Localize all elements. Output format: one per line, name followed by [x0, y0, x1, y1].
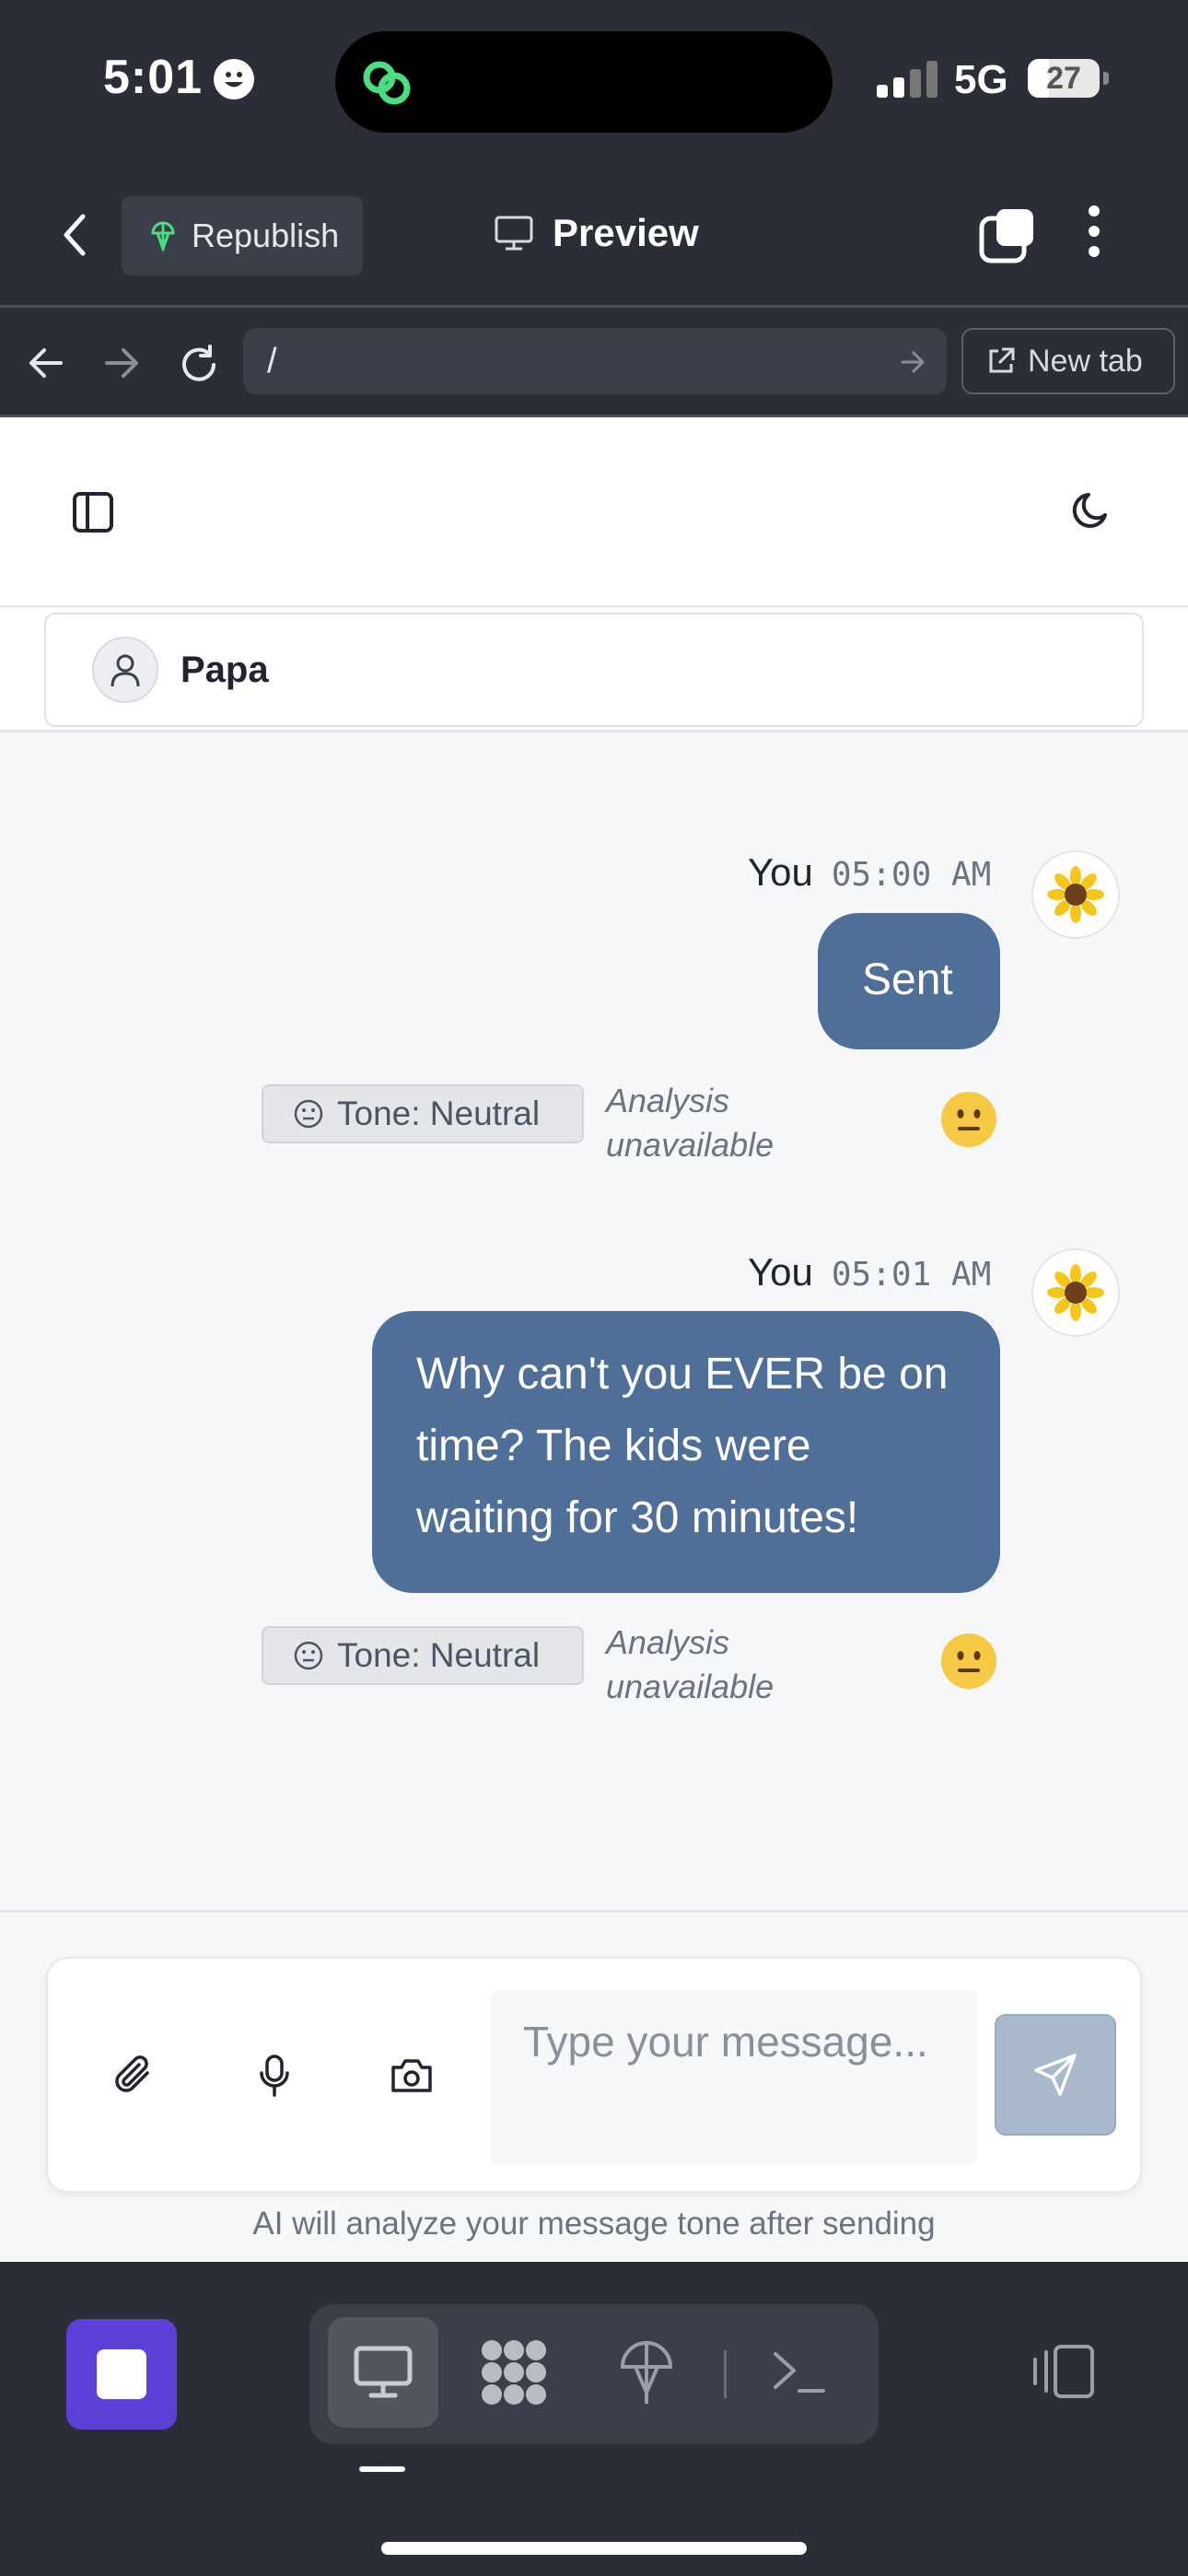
message-header: You 05:01 AM: [748, 1250, 991, 1294]
status-bar: 5:01 5G 27: [0, 0, 1188, 161]
battery-tip: [1103, 72, 1109, 85]
link-app-icon: [357, 53, 416, 112]
contact-name: Papa: [181, 649, 269, 690]
mic-icon[interactable]: [256, 2053, 293, 2099]
tabs-icon[interactable]: [978, 205, 1037, 264]
browser-toolbar: / New tab: [0, 305, 1188, 417]
tone-badge: Tone: Neutral: [262, 1626, 584, 1685]
grid-icon[interactable]: [459, 2317, 569, 2428]
analysis-status: Analysis unavailable: [606, 1082, 775, 1164]
panels-icon[interactable]: [1031, 2343, 1096, 2400]
composer: Type your message...: [46, 1957, 1142, 2193]
send-button[interactable]: [995, 2014, 1116, 2136]
republish-button[interactable]: Republish: [122, 196, 363, 275]
neutral-face-icon: [293, 1098, 324, 1130]
moon-icon[interactable]: [1068, 489, 1112, 533]
message-time: 05:00 AM: [831, 856, 992, 894]
stop-icon: [97, 2349, 146, 2399]
go-arrow-icon[interactable]: [899, 348, 926, 376]
user-icon: [92, 637, 158, 703]
sunflower-icon: [1031, 1248, 1120, 1337]
battery-icon: 27: [1028, 59, 1100, 98]
composer-area: Type your message... AI will analyze you…: [0, 1910, 1188, 2262]
tone-label: Tone: Neutral: [337, 1636, 541, 1674]
arrow-right-icon[interactable]: [101, 343, 142, 383]
neutral-face-emoji-icon: [941, 1092, 996, 1147]
page-topbar: [0, 417, 1188, 607]
new-tab-button[interactable]: New tab: [961, 328, 1175, 394]
status-time: 5:01: [103, 51, 204, 104]
kebab-icon[interactable]: [1087, 202, 1101, 261]
message-text: Sent: [862, 955, 953, 1004]
sunflower-icon: [1031, 850, 1120, 939]
republish-label: Republish: [192, 217, 340, 254]
sidebar-icon[interactable]: [72, 491, 114, 533]
neutral-face-icon: [293, 1640, 324, 1671]
smiley-icon: [214, 59, 254, 100]
paperclip-icon[interactable]: [111, 2053, 157, 2099]
view-switcher: [309, 2304, 879, 2444]
url-field[interactable]: /: [243, 328, 947, 394]
message-input[interactable]: Type your message...: [490, 1990, 978, 2165]
reload-icon[interactable]: [177, 343, 221, 387]
signal-icon: [877, 61, 938, 98]
active-indicator: [359, 2466, 405, 2472]
segment-divider: [724, 2350, 727, 2398]
chat-page: Papa You 05:00 AM Sent Tone: Neutral Ana…: [0, 417, 1188, 2262]
preview-label: Preview: [553, 211, 699, 254]
neutral-face-emoji-icon: [941, 1633, 996, 1689]
message-text: Why can't you EVER be on time? The kids …: [416, 1350, 949, 1542]
message-bubble[interactable]: Why can't you EVER be on time? The kids …: [372, 1311, 1000, 1593]
url-text: /: [267, 342, 277, 381]
home-indicator: [381, 2542, 807, 2555]
contact-card[interactable]: Papa: [44, 613, 1144, 727]
app-header: Republish Preview: [0, 161, 1188, 305]
terminal-icon[interactable]: [744, 2317, 855, 2428]
network-icon[interactable]: [591, 2317, 702, 2428]
republish-icon: [149, 220, 177, 252]
battery-level: 27: [1046, 61, 1081, 96]
analysis-status: Analysis unavailable: [606, 1623, 775, 1705]
back-icon[interactable]: [57, 207, 94, 263]
arrow-left-icon[interactable]: [26, 343, 66, 383]
external-link-icon: [985, 345, 1017, 377]
camera-icon[interactable]: [389, 2053, 435, 2099]
monitor-icon: [494, 215, 534, 252]
message-bubble[interactable]: Sent: [818, 913, 1000, 1049]
message-time: 05:01 AM: [831, 1256, 992, 1294]
composer-hint: AI will analyze your message tone after …: [252, 2206, 936, 2242]
preview-title: Preview: [494, 211, 699, 255]
stop-button[interactable]: [66, 2319, 177, 2430]
desktop-icon[interactable]: [328, 2317, 438, 2428]
contact-header: Papa: [0, 609, 1188, 732]
new-tab-label: New tab: [1028, 343, 1143, 379]
tone-badge: Tone: Neutral: [262, 1084, 584, 1143]
tone-label: Tone: Neutral: [337, 1095, 541, 1132]
message-sender: You: [748, 850, 813, 894]
message-header: You 05:00 AM: [748, 850, 991, 895]
dynamic-island: [335, 31, 833, 133]
message-sender: You: [748, 1250, 813, 1294]
bottom-dock: [0, 2262, 1188, 2576]
send-icon: [1031, 2050, 1080, 2100]
network-type: 5G: [954, 57, 1008, 102]
